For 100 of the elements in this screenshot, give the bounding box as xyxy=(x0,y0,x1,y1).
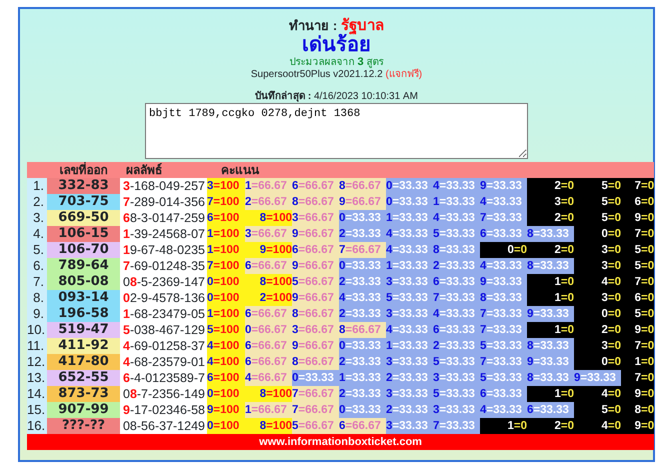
score-cell: 8=100 xyxy=(245,386,292,402)
score-cell: 2=33.33 xyxy=(339,274,386,290)
score-cell: 7=0 xyxy=(621,226,654,242)
score-cell: 4=0 xyxy=(574,418,621,434)
score-cell: 2=33.33 xyxy=(433,338,480,354)
score-cell: 0=0 xyxy=(574,354,621,370)
score-cell: 5=33.33 xyxy=(386,290,433,306)
result-cell: 7-69-01248-35 xyxy=(120,258,207,274)
score-cell: 9=0 xyxy=(621,210,654,226)
score-cell: 3=66.67 xyxy=(245,226,292,242)
result-cell: 7-289-014-356 xyxy=(120,194,207,210)
drawn-number: ???-?? xyxy=(47,418,120,434)
score-cell: 2=33.33 xyxy=(339,354,386,370)
score-cell: 9=0 xyxy=(621,322,654,338)
score-cell: 8=100 xyxy=(245,210,292,226)
score-cell: 6=33.33 xyxy=(433,274,480,290)
score-cell: 9=100 xyxy=(245,242,292,258)
score-cell: 3=33.33 xyxy=(386,354,433,370)
drawn-number: 789-64 xyxy=(47,258,120,274)
score-cell: 0=33.33 xyxy=(292,370,339,386)
row-number: 5. xyxy=(27,242,47,258)
score-cell: 9=66.67 xyxy=(339,194,386,210)
score-cell: 3=0 xyxy=(574,290,621,306)
score-cell: 7=33.33 xyxy=(480,354,527,370)
score-cell: 6=66.67 xyxy=(245,258,292,274)
saved-label: บันทึกล่าสุด : xyxy=(255,91,312,102)
score-cell: 0=0 xyxy=(574,306,621,322)
score-cell: 6=33.33 xyxy=(480,386,527,402)
drawn-number: 093-14 xyxy=(47,290,120,306)
result-cell: 4-69-01258-37 xyxy=(120,338,207,354)
score-cell: 0=33.33 xyxy=(339,338,386,354)
score-cell: 4=0 xyxy=(574,386,621,402)
score-cell: 7=33.33 xyxy=(480,210,527,226)
score-cell: 1=0 xyxy=(527,386,574,402)
score-cell: 2=33.33 xyxy=(386,370,433,386)
score-cell: 7=100 xyxy=(207,194,245,210)
score-cell: 6=100 xyxy=(207,370,245,386)
score-cell: 2=66.67 xyxy=(245,194,292,210)
result-cell: 68-3-0147-259 xyxy=(120,210,207,226)
score-cell: 9=33.33 xyxy=(480,178,527,194)
score-cell: 6=33.33 xyxy=(433,322,480,338)
drawn-number: 196-58 xyxy=(47,306,120,322)
drawn-number: 332-83 xyxy=(47,178,120,194)
saved-time: 4/16/2023 10:10:31 AM xyxy=(314,91,418,102)
notes-field[interactable]: bbjtt 1789,ccgko 0278,dejnt 1368 xyxy=(145,103,528,159)
column-header: ผลลัพธ์ xyxy=(120,162,207,178)
score-cell: 6=0 xyxy=(621,194,654,210)
score-cell: 5=33.33 xyxy=(433,386,480,402)
score-cell: 0=100 xyxy=(207,274,245,290)
score-cell: 3=33.33 xyxy=(386,386,433,402)
drawn-number: 411-92 xyxy=(47,338,120,354)
drawn-number: 519-47 xyxy=(47,322,120,338)
row-number: 4. xyxy=(27,226,47,242)
score-cell: 4=33.33 xyxy=(339,290,386,306)
score-cell: 5=33.33 xyxy=(480,370,527,386)
score-cell: 8=66.67 xyxy=(292,354,339,370)
score-cell: 0=33.33 xyxy=(339,210,386,226)
score-cell: 5=66.67 xyxy=(292,274,339,290)
score-cell: 2=0 xyxy=(527,210,574,226)
drawn-number: 907-99 xyxy=(47,402,120,418)
score-cell: 4=33.33 xyxy=(386,242,433,258)
score-cell: 2=0 xyxy=(527,178,574,194)
row-number: 13. xyxy=(27,370,47,386)
row-number: 2. xyxy=(27,194,47,210)
score-cell: 9=100 xyxy=(207,402,245,418)
score-cell: 1=33.33 xyxy=(386,210,433,226)
row-number: 1. xyxy=(27,178,47,194)
drawn-number: 652-55 xyxy=(47,370,120,386)
score-cell: 1=0 xyxy=(480,418,527,434)
score-cell: 8=33.33 xyxy=(527,258,574,274)
row-number: 3. xyxy=(27,210,47,226)
score-cell: 6=0 xyxy=(621,290,654,306)
score-cell: 7=0 xyxy=(621,274,654,290)
score-cell: 6=66.67 xyxy=(245,354,292,370)
score-cell: 1=0 xyxy=(621,354,654,370)
score-cell: 6=66.67 xyxy=(339,418,386,434)
row-number: 7. xyxy=(27,274,47,290)
score-cell: 2=33.33 xyxy=(386,402,433,418)
score-cell: 0=100 xyxy=(207,290,245,306)
footer-link[interactable]: www.informationboxticket.com xyxy=(27,434,654,450)
row-number: 9. xyxy=(27,306,47,322)
score-cell: 1=66.67 xyxy=(245,178,292,194)
score-cell: 2=33.33 xyxy=(339,226,386,242)
score-cell: 8=66.67 xyxy=(292,306,339,322)
score-cell: 4=33.33 xyxy=(386,226,433,242)
score-cell: 1=100 xyxy=(207,242,245,258)
score-cell: 3=0 xyxy=(574,242,621,258)
score-cell: 1=100 xyxy=(207,226,245,242)
score-cell: 2=100 xyxy=(245,290,292,306)
score-cell: 1=0 xyxy=(527,290,574,306)
score-cell: 2=33.33 xyxy=(433,258,480,274)
score-cell: 9=33.33 xyxy=(480,274,527,290)
score-cell: 7=100 xyxy=(207,258,245,274)
score-cell: 1=0 xyxy=(527,274,574,290)
subtitle: ประมวลผลจาก 3 สูตร xyxy=(288,56,384,69)
score-cell: 7=33.33 xyxy=(480,306,527,322)
drawn-number: 703-75 xyxy=(47,194,120,210)
score-cell: 4=33.33 xyxy=(480,194,527,210)
score-cell: 3=33.33 xyxy=(386,306,433,322)
version-note: (แจกฟรี) xyxy=(385,69,422,80)
